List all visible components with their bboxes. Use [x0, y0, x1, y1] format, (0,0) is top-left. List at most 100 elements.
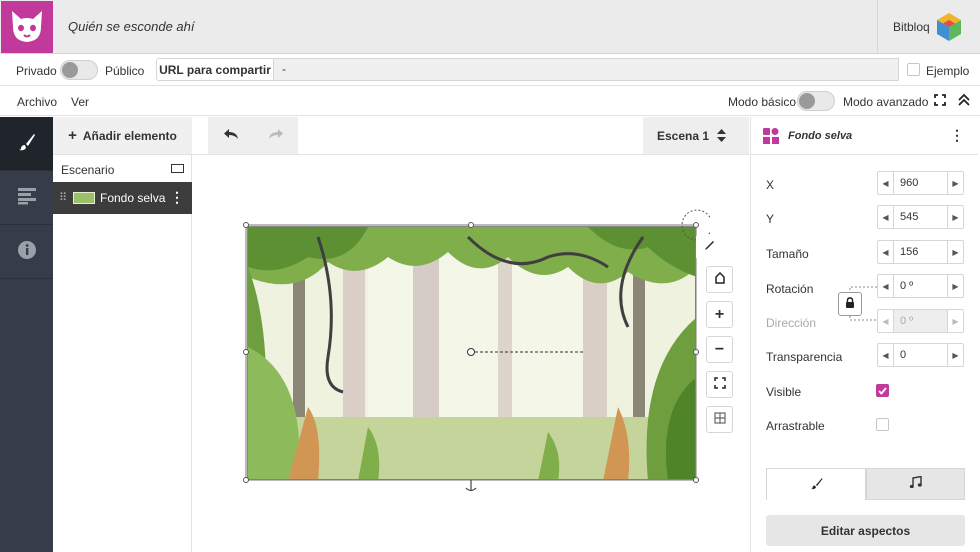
more-options-icon[interactable]: ⋮ [170, 189, 184, 206]
cube-icon [934, 11, 964, 43]
transparency-stepper[interactable]: ◀ 0 ▶ [877, 343, 964, 367]
properties-title: Fondo selva [788, 130, 853, 142]
visible-label: Visible [766, 385, 802, 399]
decrement-icon[interactable]: ◀ [878, 241, 893, 263]
brush-icon [810, 477, 823, 493]
decrement-icon[interactable]: ◀ [878, 344, 893, 366]
element-item-label: Fondo selva [100, 191, 166, 205]
fullscreen-icon[interactable] [934, 94, 946, 109]
y-label: Y [766, 212, 775, 226]
tab-sounds[interactable] [866, 468, 965, 500]
x-stepper[interactable]: ◀ 960 ▶ [877, 171, 964, 195]
left-nav [0, 117, 53, 552]
music-note-icon [909, 475, 922, 492]
direction-value: 0 º [893, 310, 948, 332]
mode-toggle[interactable] [797, 91, 835, 111]
drag-handle-icon[interactable]: ⠿ [59, 191, 67, 204]
size-label: Tamaño [766, 247, 809, 261]
example-label: Ejemplo [926, 64, 970, 78]
costume-tool-button[interactable] [706, 266, 733, 293]
rotation-stepper[interactable]: ◀ 0 º ▶ [877, 274, 964, 298]
scene-label: Escenario [61, 163, 115, 177]
lock-toggle[interactable] [838, 292, 862, 316]
direction-label: Dirección [766, 316, 817, 330]
decrement-icon[interactable]: ◀ [878, 206, 893, 228]
scene-select-label: Escena 1 [657, 128, 710, 143]
project-title[interactable]: Quién se esconde ahí [68, 19, 194, 34]
edit-costumes-button[interactable]: Editar aspectos [766, 515, 965, 546]
minus-icon: − [714, 340, 725, 358]
x-value[interactable]: 960 [893, 172, 948, 194]
toggle-knob [799, 93, 815, 109]
selection-overlay [243, 209, 710, 492]
tab-costumes[interactable] [766, 468, 866, 500]
element-shapes-icon [763, 128, 779, 147]
pen-icon [703, 240, 715, 255]
decrement-icon[interactable]: ◀ [878, 275, 893, 297]
y-value[interactable]: 545 [893, 206, 948, 228]
rotation-label: Rotación [766, 282, 814, 296]
nav-design[interactable] [0, 117, 53, 171]
jungle-thumbnail [73, 192, 95, 204]
more-options-icon[interactable]: ⋮ [950, 127, 964, 144]
menu-view[interactable]: Ver [71, 95, 89, 109]
redo-button[interactable] [253, 117, 298, 154]
fit-screen-icon [713, 377, 726, 392]
grid-icon [713, 412, 726, 427]
rotation-value[interactable]: 0 º [893, 275, 948, 297]
advanced-mode-label: Modo avanzado [843, 95, 929, 109]
zoom-in-button[interactable]: + [706, 301, 733, 328]
draggable-checkbox[interactable] [876, 418, 889, 431]
plus-icon: + [714, 305, 725, 323]
visibility-toggle[interactable] [60, 60, 98, 80]
visible-checkbox[interactable] [876, 384, 889, 397]
nav-blocks[interactable] [0, 171, 53, 225]
decrement-icon: ◀ [882, 316, 889, 326]
increment-icon[interactable]: ▶ [948, 172, 963, 194]
add-element-button[interactable]: + Añadir elemento [53, 117, 192, 155]
add-element-label: Añadir elemento [82, 128, 177, 143]
direction-stepper: ◀ 0 º ▶ [877, 309, 964, 333]
transparency-value[interactable]: 0 [893, 344, 948, 366]
undo-button[interactable] [208, 117, 253, 154]
scene-select[interactable]: Escena 1 [643, 117, 749, 154]
decrement-icon[interactable]: ◀ [878, 172, 893, 194]
transparency-label: Transparencia [766, 350, 843, 364]
increment-icon[interactable]: ▶ [948, 275, 963, 297]
basic-mode-label: Modo básico [728, 95, 797, 109]
scene-row[interactable]: Escenario [53, 155, 192, 182]
brush-icon [17, 132, 37, 155]
fit-screen-button[interactable] [706, 371, 733, 398]
lock-icon [845, 297, 855, 311]
plus-icon: + [68, 127, 77, 144]
cat-face-icon[interactable] [1, 1, 53, 53]
size-value[interactable]: 156 [893, 241, 948, 263]
element-item-fondo-selva[interactable]: ⠿ Fondo selva ⋮ [53, 182, 192, 214]
private-label: Privado [16, 64, 57, 78]
menu-file[interactable]: Archivo [17, 95, 57, 109]
share-url-button[interactable]: URL para compartir [156, 58, 273, 81]
share-url-field[interactable]: - [273, 58, 899, 81]
code-blocks-icon [17, 187, 37, 208]
nav-info[interactable] [0, 225, 53, 279]
increment-icon[interactable]: ▶ [948, 344, 963, 366]
grid-button[interactable] [706, 406, 733, 433]
brand-name: Bitbloq [893, 20, 930, 34]
increment-icon: ▶ [952, 316, 959, 326]
x-label: X [766, 178, 775, 192]
undo-icon [223, 128, 239, 143]
increment-icon[interactable]: ▶ [948, 206, 963, 228]
pen-tool-button[interactable] [696, 234, 722, 260]
zoom-out-button[interactable]: − [706, 336, 733, 363]
sort-arrows-icon [717, 129, 726, 145]
y-stepper[interactable]: ◀ 545 ▶ [877, 205, 964, 229]
collapse-icon[interactable] [957, 93, 971, 110]
size-stepper[interactable]: ◀ 156 ▶ [877, 240, 964, 264]
draggable-label: Arrastrable [766, 419, 825, 433]
example-checkbox[interactable] [907, 63, 920, 76]
public-label: Público [105, 64, 145, 78]
increment-icon[interactable]: ▶ [948, 241, 963, 263]
redo-icon [268, 128, 284, 143]
check-icon [878, 384, 887, 398]
properties-header: Fondo selva ⋮ [750, 117, 978, 155]
